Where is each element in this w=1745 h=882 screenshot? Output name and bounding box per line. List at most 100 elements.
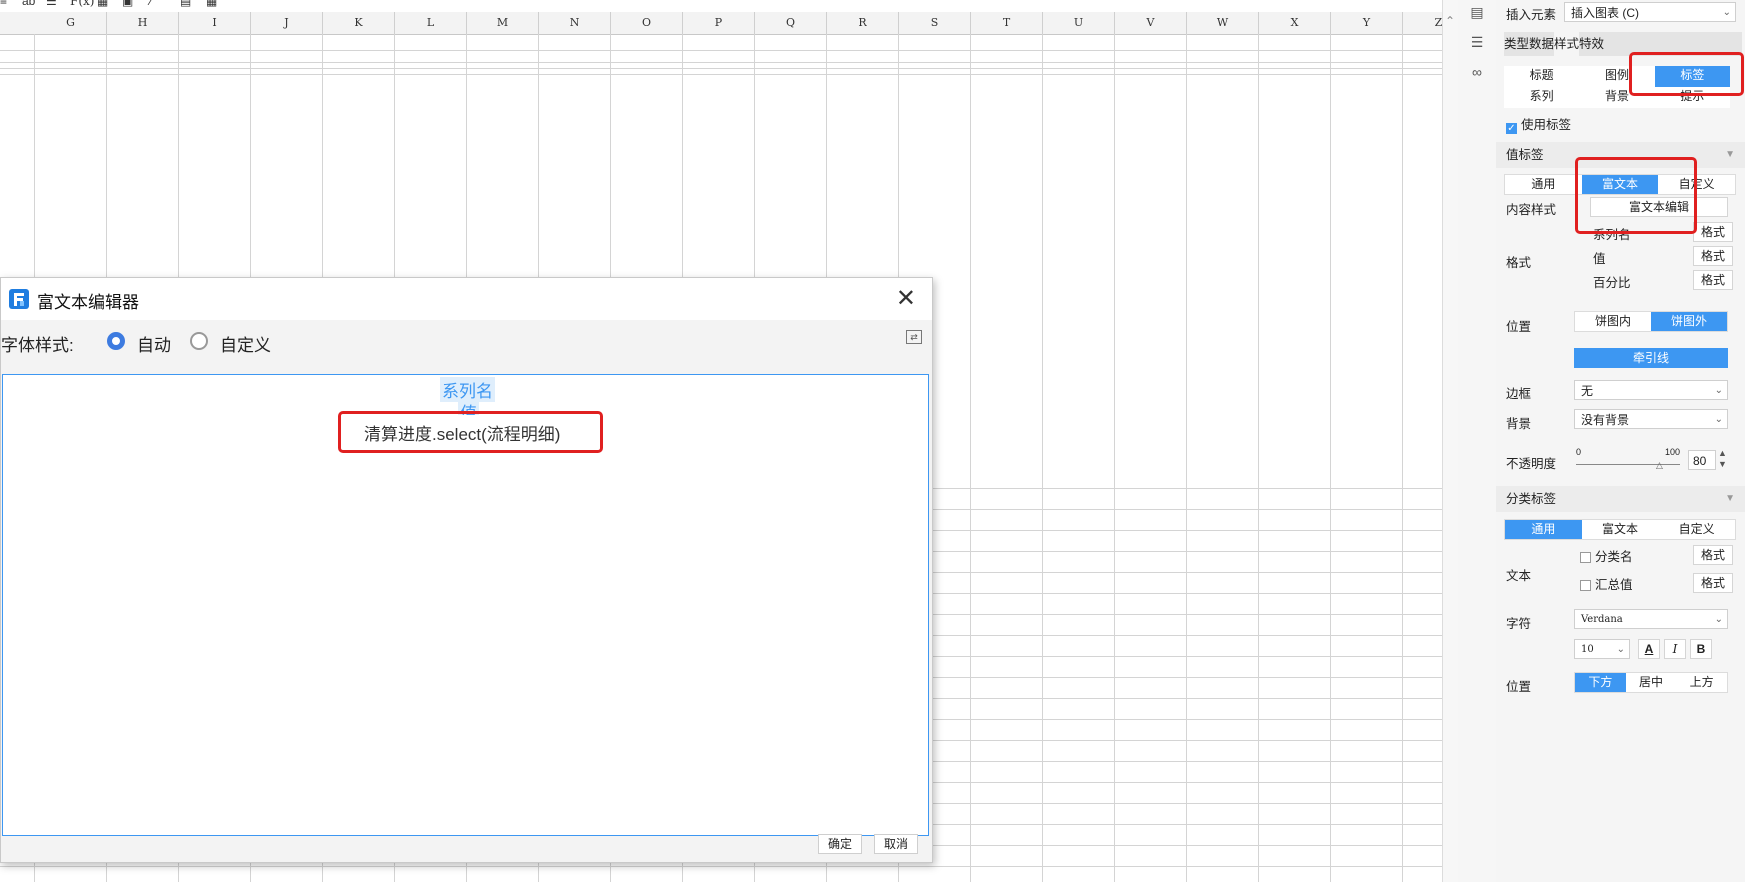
position-tab-1[interactable]: 饼图外 [1651,312,1727,331]
percent-format-button[interactable]: 格式 [1693,270,1733,290]
category-mode-tab-2[interactable]: 自定义 [1658,520,1735,539]
function-icon[interactable]: F(x) [70,0,94,8]
checkbox-icon[interactable] [1580,552,1591,563]
category-name-checkbox-row[interactable]: 分类名 [1580,546,1633,565]
align-icon[interactable]: ☰ [46,0,57,8]
ok-button[interactable]: 确定 [818,834,862,854]
column-header-g[interactable]: G [35,12,107,34]
category-label-mode-tabs: 通用 富文本 自定义 [1504,519,1736,540]
opacity-spinner[interactable]: ▲ ▼ [1718,448,1727,470]
column-header-q[interactable]: Q [755,12,827,34]
expand-icon[interactable]: ⇄ [906,330,922,344]
tab-main-3[interactable]: 特效 [1579,32,1604,56]
position2-tab-1[interactable]: 居中 [1626,673,1677,692]
font-size-select[interactable]: 10 ⌄ [1574,639,1630,659]
checkmark-icon[interactable]: ✓ [1506,123,1517,134]
series-name-format-button[interactable]: 格式 [1693,222,1733,242]
category-mode-tab-0[interactable]: 通用 [1505,520,1582,539]
column-header-o[interactable]: O [611,12,683,34]
column-header-t[interactable]: T [971,12,1043,34]
grid-column-line [1186,34,1187,882]
opacity-slider[interactable]: 0 100 △ [1576,447,1680,471]
link-icon[interactable]: ∞ [1468,63,1486,81]
position2-tab-0[interactable]: 下方 [1575,673,1626,692]
tab-main-0[interactable]: 类型 [1504,32,1529,56]
scroll-up-icon[interactable]: ⌃ [1445,14,1455,28]
font-family-select[interactable]: Verdana ⌄ [1574,609,1728,629]
close-icon[interactable]: ✕ [896,284,916,312]
column-header-p[interactable]: P [683,12,755,34]
tab-main-2[interactable]: 样式 [1554,32,1580,56]
opacity-input[interactable]: 80 [1688,450,1716,470]
grid-column-line [1114,34,1115,882]
table-icon[interactable]: ▦ [206,0,217,8]
column-header-u[interactable]: U [1043,12,1115,34]
use-label-row[interactable]: ✓ 使用标签 [1506,114,1571,134]
background-select[interactable]: 没有背景 ⌄ [1574,409,1728,429]
rich-text-editor-area[interactable]: 系列名 值 清算进度.select(流程明细) [2,374,929,836]
cancel-button[interactable]: 取消 [874,834,918,854]
column-header-m[interactable]: M [467,12,539,34]
border-select[interactable]: 无 ⌄ [1574,380,1728,400]
grid-column-line [970,34,971,882]
column-header-s[interactable]: S [899,12,971,34]
dialog-titlebar[interactable]: 富文本编辑器 ✕ [1,278,932,320]
sheet-vertical-scrollbar[interactable]: ⌃ [1442,0,1459,882]
opacity-max: 100 [1664,447,1680,457]
tab-main-1[interactable]: 数据 [1529,32,1554,56]
image-icon[interactable]: ▣ [122,0,133,8]
sub-tab-row2-0[interactable]: 系列 [1504,87,1579,108]
category-name-format-button[interactable]: 格式 [1693,545,1733,565]
font-color-button[interactable]: A [1638,639,1660,659]
leader-line-button[interactable]: 牵引线 [1574,348,1728,368]
category-label-section-header[interactable]: 分类标签 ▼ [1496,486,1745,512]
sub-tab-0[interactable]: 标题 [1504,66,1579,87]
font-style-label: 字体样式: [1,336,74,355]
insert-element-select[interactable]: 插入图表 (C) ⌄ [1564,2,1736,22]
checkbox-icon[interactable] [1580,580,1591,591]
ab-icon[interactable]: ab [22,0,35,8]
column-header-r[interactable]: R [827,12,899,34]
collapse-arrow-icon[interactable]: ▼ [1725,486,1735,512]
italic-button[interactable]: I [1664,639,1686,659]
radio-custom-label[interactable]: 自定义 [220,331,271,356]
value-mode-tab-0[interactable]: 通用 [1505,175,1582,194]
font-style-row: 字体样式: 自动 自定义 ⇄ [1,322,932,358]
pen-icon[interactable]: ⁄ [150,0,152,8]
radio-custom[interactable] [190,332,208,350]
slider-track [1576,464,1680,465]
column-header-l[interactable]: L [395,12,467,34]
column-header-j[interactable]: J [251,12,323,34]
total-value-checkbox-row[interactable]: 汇总值 [1580,574,1633,593]
chevron-down-icon: ⌄ [1714,414,1723,425]
column-header-i[interactable]: I [179,12,251,34]
properties-icon[interactable]: ▤ [1468,3,1486,21]
column-header-z[interactable]: Z [1403,12,1442,34]
column-header-h[interactable]: H [107,12,179,34]
column-header-n[interactable]: N [539,12,611,34]
bar-chart-icon[interactable]: ▦ [97,0,108,8]
category-mode-tab-1[interactable]: 富文本 [1582,520,1659,539]
text-label: 文本 [1506,569,1532,583]
bold-button[interactable]: B [1690,639,1712,659]
column-header-k[interactable]: K [323,12,395,34]
grid-column-line [1330,34,1331,882]
border-value: 无 [1581,384,1594,398]
position2-tab-2[interactable]: 上方 [1676,673,1727,692]
format-item-value: 值 [1593,252,1606,266]
position-tab-0[interactable]: 饼图内 [1575,312,1651,331]
column-header-x[interactable]: X [1259,12,1331,34]
radio-auto[interactable] [107,332,125,350]
opacity-min: 0 [1576,447,1582,457]
layer-icon[interactable]: ☰ [1468,33,1486,51]
slider-thumb[interactable]: △ [1656,460,1663,471]
column-header-w[interactable]: W [1187,12,1259,34]
radio-auto-label[interactable]: 自动 [137,331,171,356]
value-format-button[interactable]: 格式 [1693,246,1733,266]
collapse-arrow-icon[interactable]: ▼ [1725,142,1735,168]
align-left-icon[interactable]: ≡ [0,0,7,8]
total-value-format-button[interactable]: 格式 [1693,573,1733,593]
column-header-v[interactable]: V [1115,12,1187,34]
column-header-y[interactable]: Y [1331,12,1403,34]
layout-icon[interactable]: ▤ [180,0,191,8]
